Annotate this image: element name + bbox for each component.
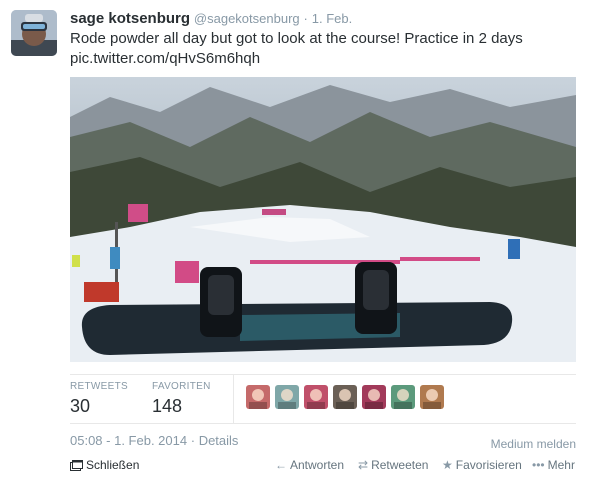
tweet-date[interactable]: 1. Feb. bbox=[312, 11, 352, 26]
reply-label: Antworten bbox=[290, 458, 345, 472]
retweets-count: 30 bbox=[70, 396, 91, 416]
header-separator: · bbox=[303, 11, 308, 26]
more-button[interactable]: ••• Mehr bbox=[532, 458, 575, 472]
retweet-button[interactable]: ⇄ Retweeten bbox=[358, 458, 428, 472]
author-avatar[interactable] bbox=[11, 10, 57, 56]
tweet-timestamp[interactable]: 05:08 - 1. Feb. 2014 bbox=[70, 433, 187, 448]
favoriter-avatar-1[interactable] bbox=[246, 385, 270, 409]
report-media-link[interactable]: Medium melden bbox=[491, 437, 576, 451]
author-fullname[interactable]: sage kotsenburg bbox=[70, 10, 190, 27]
favorite-label: Favorisieren bbox=[455, 458, 522, 472]
more-icon: ••• bbox=[532, 458, 545, 472]
tweet-photo[interactable] bbox=[70, 77, 576, 362]
favoriter-avatar-2[interactable] bbox=[275, 385, 299, 409]
favoriter-avatar-7[interactable] bbox=[420, 385, 444, 409]
reply-icon: ← bbox=[275, 458, 287, 472]
tweet-header: sage kotsenburg @sagekotsenburg · 1. Feb… bbox=[70, 10, 352, 27]
retweets-label: RETWEETS bbox=[70, 381, 128, 392]
tweet-media-link[interactable]: pic.twitter.com/qHvS6m6hqh bbox=[70, 50, 260, 67]
favoriter-avatar-3[interactable] bbox=[304, 385, 328, 409]
favorites-label: FAVORITEN bbox=[152, 381, 211, 392]
tweet-stats: RETWEETS 30 FAVORITEN 148 bbox=[70, 374, 576, 424]
favorite-icon: ★ bbox=[442, 458, 453, 472]
favoriter-avatar-4[interactable] bbox=[333, 385, 357, 409]
more-label: Mehr bbox=[547, 458, 575, 472]
author-username[interactable]: @sagekotsenburg bbox=[194, 11, 300, 26]
close-button[interactable]: Schließen bbox=[70, 458, 139, 472]
favorites-count: 148 bbox=[152, 396, 183, 416]
close-label: Schließen bbox=[86, 458, 140, 472]
stats-divider bbox=[233, 375, 234, 423]
favoriter-avatar-6[interactable] bbox=[391, 385, 415, 409]
tweet-body: Rode powder all day but got to look at t… bbox=[70, 30, 523, 47]
retweet-label: Retweeten bbox=[371, 458, 429, 472]
details-separator: · bbox=[190, 433, 196, 448]
tweet-text: Rode powder all day but got to look at t… bbox=[70, 29, 570, 69]
reply-button[interactable]: ← Antworten bbox=[275, 458, 344, 472]
favoriter-avatar-5[interactable] bbox=[362, 385, 386, 409]
retweets-stat[interactable]: RETWEETS 30 bbox=[70, 381, 128, 417]
close-icon bbox=[70, 459, 83, 471]
retweet-icon: ⇄ bbox=[358, 458, 369, 472]
tweet-meta: 05:08 - 1. Feb. 2014 · Details Medium me… bbox=[70, 433, 576, 451]
favorites-stat[interactable]: FAVORITEN 148 bbox=[152, 381, 211, 417]
details-link[interactable]: Details bbox=[199, 433, 239, 448]
favorite-button[interactable]: ★ Favorisieren bbox=[442, 458, 522, 472]
